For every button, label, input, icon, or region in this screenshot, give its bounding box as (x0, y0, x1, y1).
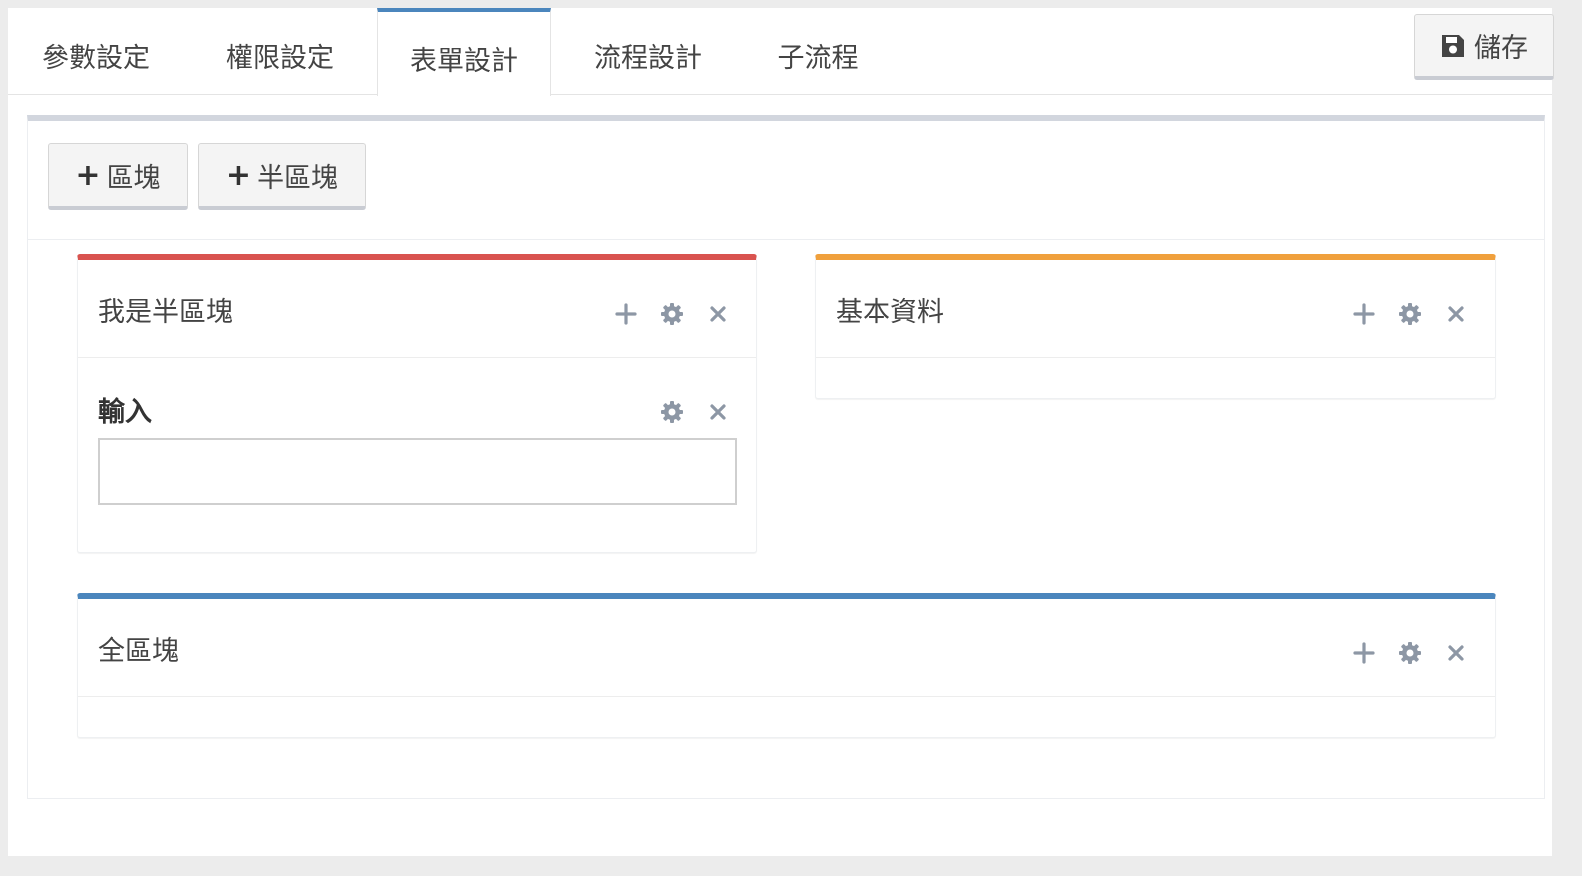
panel-tools (1352, 302, 1468, 326)
tab-form-design[interactable]: 表單設計 (377, 8, 551, 96)
add-half-block-button[interactable]: + 半區塊 (198, 143, 366, 210)
design-toolbar: + 區塊 + 半區塊 (28, 121, 1544, 240)
half-block-panel: 我是半區塊 輸入 (77, 254, 757, 553)
form-design-area: + 區塊 + 半區塊 我是半區塊 輸入 基本資料 全區塊 (27, 115, 1545, 799)
gear-icon[interactable] (1398, 302, 1422, 326)
gear-icon[interactable] (1398, 641, 1422, 665)
panel-title: 基本資料 (836, 297, 944, 328)
input-field-label: 輸入 (98, 397, 152, 428)
panel-title: 我是半區塊 (98, 297, 233, 328)
tab-label: 表單設計 (410, 45, 518, 77)
close-icon[interactable] (1444, 641, 1468, 665)
tab-subprocess[interactable]: 子流程 (738, 8, 898, 95)
tab-permission-settings[interactable]: 權限設定 (184, 8, 376, 95)
panel-tools (614, 302, 730, 326)
field-tools (660, 400, 730, 424)
panel-title: 全區塊 (98, 636, 179, 667)
tab-bar: 參數設定 權限設定 表單設計 流程設計 子流程 儲存 (8, 8, 1554, 96)
plus-icon[interactable] (614, 302, 638, 326)
add-half-block-label: 半區塊 (257, 162, 339, 194)
tab-parameter-settings[interactable]: 參數設定 (8, 8, 184, 95)
add-block-button[interactable]: + 區塊 (48, 143, 188, 210)
text-input-field[interactable] (98, 438, 737, 505)
panel-header: 我是半區塊 (78, 260, 756, 358)
panel-header: 基本資料 (816, 260, 1495, 358)
save-button-label: 儲存 (1474, 33, 1528, 64)
plus-icon[interactable] (1352, 641, 1376, 665)
tab-label: 權限設定 (226, 43, 334, 74)
gear-icon[interactable] (660, 400, 684, 424)
app-window: 參數設定 權限設定 表單設計 流程設計 子流程 儲存 + 區塊 + 半區塊 我是… (8, 8, 1554, 856)
save-button[interactable]: 儲存 (1414, 14, 1554, 80)
basic-info-panel: 基本資料 (815, 254, 1496, 399)
close-icon[interactable] (1444, 302, 1468, 326)
gear-icon[interactable] (660, 302, 684, 326)
tab-label: 參數設定 (42, 43, 150, 74)
tab-label: 流程設計 (594, 43, 702, 74)
plus-icon: + (75, 157, 101, 193)
panel-header: 全區塊 (78, 599, 1495, 697)
tab-label: 子流程 (777, 43, 859, 74)
close-icon[interactable] (706, 302, 730, 326)
add-block-label: 區塊 (106, 162, 161, 194)
tab-process-design[interactable]: 流程設計 (558, 8, 738, 95)
panel-tools (1352, 641, 1468, 665)
plus-icon[interactable] (1352, 302, 1376, 326)
plus-icon: + (225, 157, 252, 193)
full-block-panel: 全區塊 (77, 593, 1496, 738)
floppy-disk-icon (1442, 34, 1464, 57)
close-icon[interactable] (706, 400, 730, 424)
